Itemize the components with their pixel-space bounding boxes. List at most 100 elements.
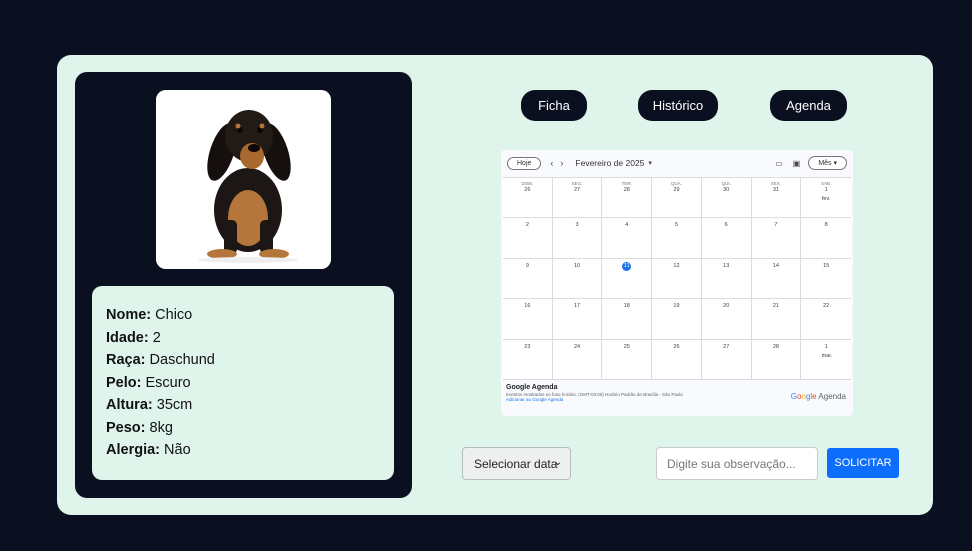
tab-historico[interactable]: Histórico (638, 90, 718, 121)
pet-info-card: Nome: Chico Idade: 2 Raça: Daschund Pelo… (92, 286, 394, 480)
calendar-day-cell[interactable]: 15 (801, 259, 851, 300)
calendar-day-cell[interactable]: 18 (602, 299, 653, 340)
google-agenda-logo: Google Agenda (790, 392, 846, 401)
pet-photo (156, 90, 331, 269)
day-number: 1 mar. (821, 343, 833, 359)
day-number: 4 (625, 222, 629, 229)
calendar-day-cell[interactable]: 27 (701, 339, 752, 380)
calendar-day-cell[interactable]: 20 (701, 299, 752, 340)
calendar-day-cell[interactable]: 28 (751, 339, 802, 380)
calendar-day-cell[interactable]: 11 (602, 258, 653, 300)
day-number: 24 (574, 343, 581, 350)
submit-button[interactable]: SOLICITAR (827, 448, 899, 478)
calendar-day-cell[interactable]: 16 (503, 299, 553, 340)
calendar-day-cell[interactable]: 19 (652, 299, 702, 340)
day-number: 7 (774, 222, 778, 229)
day-number: 21 (772, 303, 779, 310)
calendar-day-cell[interactable]: SEG. 27 (552, 178, 603, 219)
date-select-value: Selecionar data (474, 456, 558, 471)
day-number: 22 (823, 303, 830, 310)
day-number: 2 (525, 222, 529, 229)
day-number: 28 (772, 343, 779, 350)
day-number: 23 (524, 343, 531, 350)
day-number: 15 (823, 262, 830, 269)
pet-field-height: Altura: 35cm (106, 397, 193, 413)
day-number: 10 (574, 262, 581, 269)
pet-field-allergy: Alergia: Não (106, 442, 191, 458)
month-title[interactable]: Fevereiro de 2025 (575, 158, 644, 168)
calendar-day-cell[interactable]: 13 (701, 258, 752, 300)
day-number: 8 (824, 222, 828, 229)
day-number: 13 (723, 262, 730, 269)
pet-field-coat: Pelo: Escuro (106, 374, 191, 391)
calendar-day-cell[interactable]: 5 (652, 218, 702, 259)
pet-field-weight: Peso: 8kg (106, 419, 173, 436)
pet-field-breed: Raça: Daschund (106, 352, 215, 368)
day-number: 3 (575, 222, 579, 229)
day-number: 6 (724, 222, 728, 229)
day-number: 20 (723, 303, 730, 310)
day-number: 26 (673, 343, 680, 350)
calendar-day-cell[interactable]: 26 (652, 339, 702, 380)
tab-ficha[interactable]: Ficha (521, 90, 587, 121)
calendar-day-cell[interactable]: TER. 28 (602, 178, 653, 219)
calendar-day-cell[interactable]: 2 (503, 218, 553, 259)
calendar-day-cell[interactable]: 22 (801, 299, 851, 340)
day-number: 11 (622, 261, 632, 271)
dachshund-photo-icon (156, 90, 331, 269)
pet-field-name: Nome: Chico (106, 307, 193, 323)
date-select[interactable]: Selecionar data ⌄ (462, 447, 571, 480)
calendar-day-cell[interactable]: 8 (801, 218, 851, 259)
calendar-day-cell[interactable]: 1 mar. (801, 340, 851, 380)
view-mode-button[interactable]: Mês ▾ (808, 156, 847, 170)
calendar-day-cell[interactable]: 14 (751, 258, 802, 300)
calendar-day-cell[interactable]: 6 (701, 218, 752, 259)
calendar-day-cell[interactable]: 9 (503, 258, 553, 300)
calendar-grid: DOM. 26 SEG. 27 TER. 28 QUA. 29 QUI. 30 SEX. 31 SÁB.… (503, 177, 851, 380)
day-number: 31 (772, 187, 779, 193)
day-number: 28 (623, 187, 630, 193)
day-number: 29 (673, 187, 680, 193)
tab-agenda[interactable]: Agenda (770, 90, 847, 121)
prev-month-icon[interactable]: ‹ (550, 158, 553, 168)
print-icon[interactable]: ▣ (793, 159, 801, 168)
day-number: 27 (723, 343, 730, 350)
calendar-day-cell[interactable]: QUA. 29 (652, 178, 702, 219)
calendar-toolbar: Hoje ‹ › Fevereiro de 2025 ▾ ▭ ▣ Mês ▾ (501, 150, 853, 176)
calendar-day-cell[interactable]: 4 (602, 218, 653, 259)
chevron-down-icon: ⌄ (553, 457, 562, 468)
day-number: 18 (623, 303, 630, 310)
next-month-icon[interactable]: › (560, 158, 563, 168)
calendar-day-cell[interactable]: 21 (751, 299, 802, 340)
day-number: 12 (673, 262, 680, 269)
calendar-day-cell[interactable]: 24 (552, 339, 603, 380)
day-number: 25 (623, 343, 630, 350)
day-number: 9 (525, 262, 529, 269)
pet-field-age: Idade: 2 (106, 329, 161, 346)
calendar-day-cell[interactable]: DOM. 26 (503, 178, 553, 219)
day-number: 17 (574, 303, 581, 310)
calendar-day-cell[interactable]: 3 (552, 218, 603, 259)
calendar-day-cell[interactable]: 25 (602, 339, 653, 380)
today-button[interactable]: Hoje (507, 156, 542, 170)
calendar-footer-title: Google Agenda (506, 384, 558, 391)
main-container: Nome: Chico Idade: 2 Raça: Daschund Pelo… (57, 55, 933, 515)
day-number: 27 (574, 187, 581, 193)
calendar-day-cell[interactable]: SEX. 31 (751, 178, 802, 219)
calendar-day-cell[interactable]: 12 (652, 258, 702, 300)
observation-input[interactable] (656, 447, 818, 480)
calendar-footer: Google Agenda Eventos mostrados no fuso … (506, 384, 848, 414)
calendar-day-cell[interactable]: 17 (552, 299, 603, 340)
agenda-list-icon[interactable]: ▭ (775, 159, 783, 168)
calendar-day-cell[interactable]: SÁB. 1 fev. (801, 178, 851, 219)
calendar-day-cell[interactable]: QUI. 30 (701, 178, 752, 219)
google-calendar-embed: Hoje ‹ › Fevereiro de 2025 ▾ ▭ ▣ Mês ▾ D… (501, 150, 853, 416)
day-number: 30 (723, 187, 730, 193)
day-number: 26 (524, 187, 531, 193)
day-number: 1 fev. (821, 187, 831, 202)
calendar-day-cell[interactable]: 10 (552, 258, 603, 300)
calendar-day-cell[interactable]: 23 (503, 339, 553, 380)
month-dropdown-icon[interactable]: ▾ (648, 159, 652, 167)
day-number: 16 (524, 303, 531, 310)
calendar-day-cell[interactable]: 7 (751, 218, 802, 259)
